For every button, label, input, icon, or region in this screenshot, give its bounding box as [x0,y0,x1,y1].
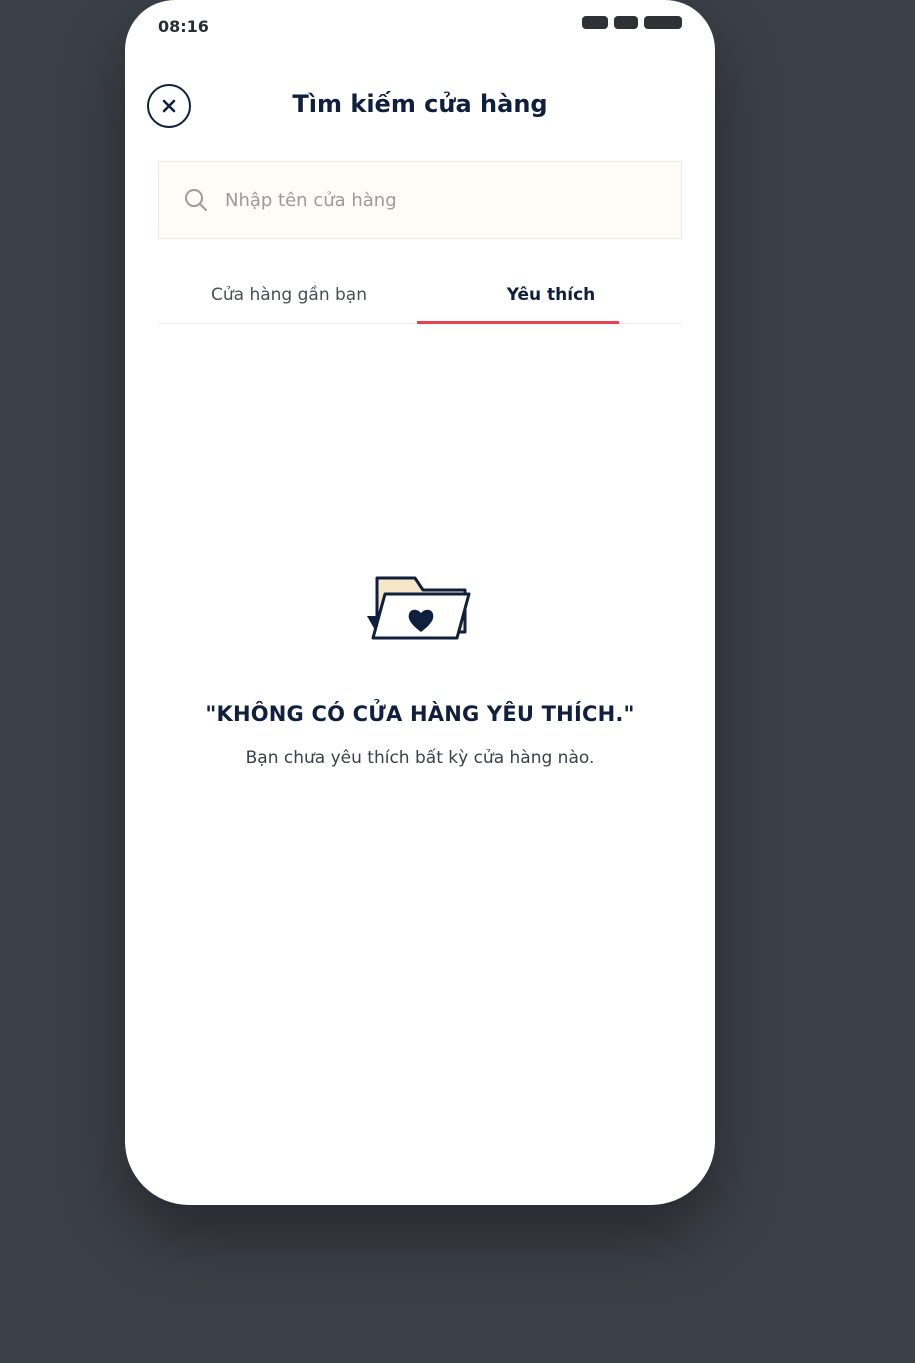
empty-state-subtitle: Bạn chưa yêu thích bất kỳ cửa hàng nào. [245,748,595,768]
wifi-icon [614,16,638,29]
tab-favorites[interactable]: Yêu thích [420,270,682,323]
search-icon [183,187,209,213]
tab-nearby-stores[interactable]: Cửa hàng gần bạn [158,270,420,323]
empty-state-title: "KHÔNG CÓ CỬA HÀNG YÊU THÍCH." [205,702,635,726]
folder-heart-icon [367,576,471,640]
search-input[interactable] [225,189,625,211]
page-title: Tìm kiếm cửa hàng [292,90,548,118]
status-time: 08:16 [158,17,209,36]
battery-icon [644,16,682,29]
phone-screen: 08:16 Tìm kiếm cửa hàng Cửa hàng gần bạn… [125,0,715,1205]
search-box[interactable] [158,161,682,239]
empty-state: "KHÔNG CÓ CỬA HÀNG YÊU THÍCH." Bạn chưa … [125,570,715,768]
status-icons [582,16,682,29]
tab-bar: Cửa hàng gần bạn Yêu thích [158,270,682,324]
signal-icon [582,16,608,29]
active-tab-indicator [417,321,619,324]
